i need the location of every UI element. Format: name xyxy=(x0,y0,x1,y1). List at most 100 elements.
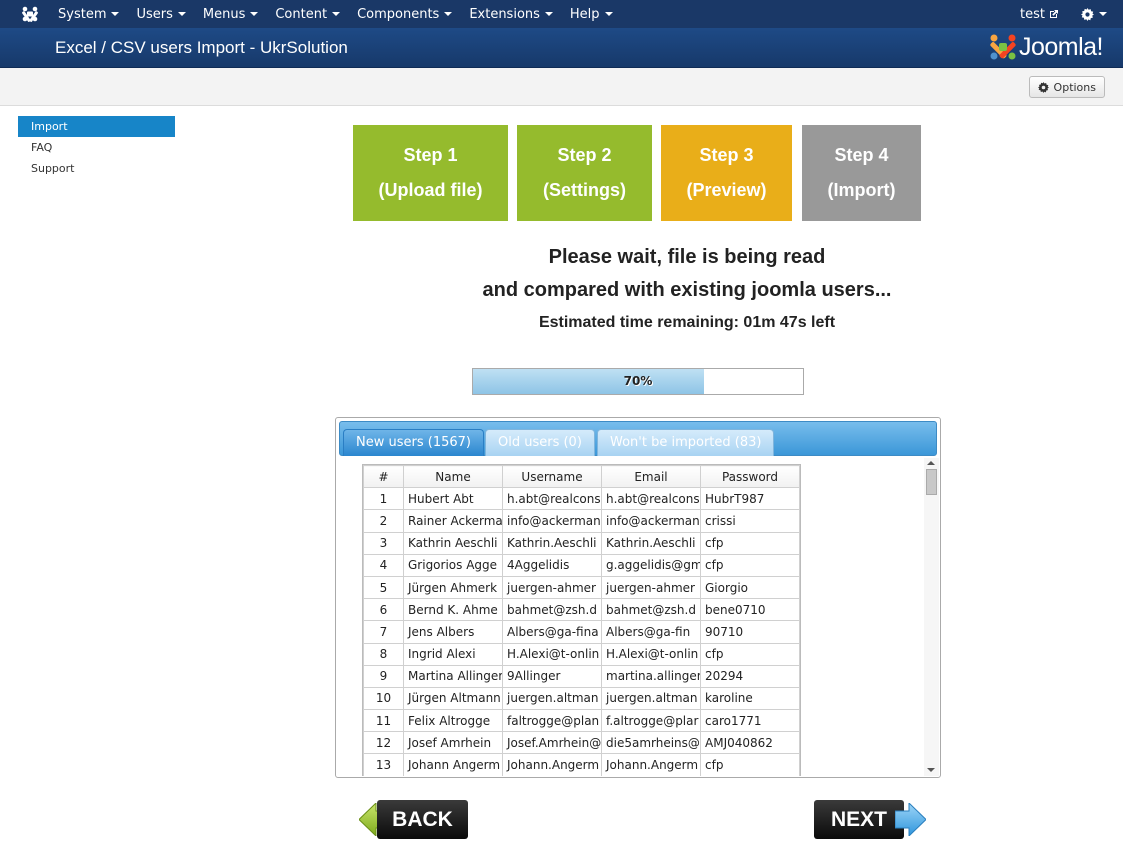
table-row[interactable]: 13 Johann Angerm Johann.Angerm Johann.Anger… xyxy=(363,753,800,776)
caret-down-icon xyxy=(444,12,453,16)
table-cell: karoline xyxy=(700,686,800,711)
back-button[interactable]: BACK xyxy=(359,800,469,839)
table-row[interactable]: 5 Jürgen Ahmerk juergen-ahmer juergen-ahmer… xyxy=(363,575,800,600)
menu-system-label: System xyxy=(58,6,107,22)
table-cell: juergen.altman xyxy=(502,686,602,711)
menu-content[interactable]: Content xyxy=(275,0,341,28)
menu-components[interactable]: Components xyxy=(357,0,453,28)
step-title: Step 2 xyxy=(557,145,612,165)
menu-users[interactable]: Users xyxy=(136,0,186,28)
table-row[interactable]: 2 Rainer Ackerma info@ackerman info@ackerma… xyxy=(363,509,800,533)
table-cell: Johann.Angerm xyxy=(502,753,602,776)
table-cell: cfp xyxy=(700,753,800,776)
gear-icon xyxy=(1037,81,1049,93)
sidebar-item-support[interactable]: Support xyxy=(18,158,175,179)
column-header[interactable]: Name xyxy=(403,464,503,489)
user-link[interactable]: test xyxy=(1020,7,1059,22)
column-header[interactable]: # xyxy=(363,464,404,489)
caret-down-icon xyxy=(177,12,186,16)
table-cell: Ingrid Alexi xyxy=(403,642,503,666)
results-panel: New users (1567) Old users (0) Won't be … xyxy=(335,417,941,778)
table-cell: 9Allinger xyxy=(502,664,602,688)
step-1-upload[interactable]: Step 1 (Upload file) xyxy=(353,125,508,221)
sidebar-item-import[interactable]: Import xyxy=(18,116,175,137)
table-cell: martina.allinger xyxy=(601,664,701,688)
table-row[interactable]: 4 Grigorios Agge 4Aggelidis g.aggelidis@gm c… xyxy=(363,553,800,577)
table-cell: H.Alexi@t-onlin xyxy=(502,642,602,666)
tab-bar: New users (1567) Old users (0) Won't be … xyxy=(339,421,937,456)
sidebar-item-faq[interactable]: FAQ xyxy=(18,137,175,158)
table-row[interactable]: 1 Hubert Abt h.abt@realcons h.abt@realcons H… xyxy=(363,487,800,511)
table-cell: juergen.altman xyxy=(601,686,701,711)
step-subtitle: (Settings) xyxy=(543,180,626,200)
table-cell: h.abt@realcons xyxy=(502,487,602,511)
joomla-mark-icon xyxy=(990,34,1016,60)
menu-help-label: Help xyxy=(569,6,600,22)
table-cell: cfp xyxy=(700,553,800,577)
table-cell: g.aggelidis@gm xyxy=(601,553,701,577)
menu-help[interactable]: Help xyxy=(570,0,613,28)
scrollbar-thumb[interactable] xyxy=(926,469,937,495)
table-row[interactable]: 6 Bernd K. Ahme bahmet@zsh.d bahmet@zsh.d be… xyxy=(363,598,800,622)
table-cell: 8 xyxy=(363,642,404,666)
tab-wont-be-imported[interactable]: Won't be imported (83) xyxy=(597,429,775,456)
arrow-right-icon xyxy=(895,803,926,836)
table-cell: 6 xyxy=(363,598,404,622)
caret-down-icon xyxy=(111,12,120,16)
step-2-settings[interactable]: Step 2 (Settings) xyxy=(517,125,652,221)
table-cell: Albers@ga-fina xyxy=(502,620,602,644)
table-cell: Johann.Angerm xyxy=(601,753,701,776)
joomla-logo-icon[interactable] xyxy=(19,5,41,23)
toolbar: Options xyxy=(0,68,1123,106)
table-row[interactable]: 9 Martina Allinger 9Allinger martina.alling… xyxy=(363,664,800,688)
tab-new-users[interactable]: New users (1567) xyxy=(343,429,484,456)
table-cell: crissi xyxy=(700,509,800,533)
table-row[interactable]: 7 Jens Albers Albers@ga-fina Albers@ga-fin 9… xyxy=(363,620,800,644)
table-cell: juergen-ahmer xyxy=(601,575,701,600)
gear-icon xyxy=(1081,7,1094,21)
back-label: BACK xyxy=(377,800,468,839)
table-scrollbar[interactable] xyxy=(924,458,939,776)
page-title: Excel / CSV users Import - UkrSolution xyxy=(55,38,348,57)
column-header[interactable]: Username xyxy=(502,464,602,489)
table-cell: Felix Altrogge xyxy=(403,709,503,733)
tab-old-users[interactable]: Old users (0) xyxy=(485,429,595,456)
status-line-2: and compared with existing joomla users.… xyxy=(482,279,892,301)
table-cell: 1 xyxy=(363,487,404,511)
table-row[interactable]: 8 Ingrid Alexi H.Alexi@t-onlin H.Alexi@t-on… xyxy=(363,642,800,666)
user-name: test xyxy=(1020,6,1045,22)
table-cell: h.abt@realcons xyxy=(601,487,701,511)
scroll-up-arrow-icon[interactable] xyxy=(927,461,935,465)
table-cell: Kathrin.Aeschli xyxy=(601,531,701,555)
settings-menu[interactable] xyxy=(1081,7,1107,21)
page-header: Excel / CSV users Import - UkrSolution J… xyxy=(0,28,1123,68)
caret-down-icon xyxy=(1099,12,1107,16)
table-cell: Grigorios Agge xyxy=(403,553,503,577)
table-row[interactable]: 10 Jürgen Altmann juergen.altman juergen.al… xyxy=(363,686,800,711)
menu-menus[interactable]: Menus xyxy=(203,0,259,28)
caret-down-icon xyxy=(544,12,553,16)
next-button[interactable]: NEXT xyxy=(814,800,926,839)
table-header-row: # Name Username Email Password xyxy=(363,464,800,489)
table-cell: bahmet@zsh.d xyxy=(601,598,701,622)
time-remaining: Estimated time remaining: 01m 47s left xyxy=(538,314,836,331)
next-label: NEXT xyxy=(814,800,904,839)
table-cell: HubrT987 xyxy=(700,487,800,511)
joomla-wordmark: Joomla! xyxy=(1018,32,1104,61)
table-row[interactable]: 12 Josef Amrhein Josef.Amrhein@ die5amrhein… xyxy=(363,731,800,755)
options-button[interactable]: Options xyxy=(1028,76,1105,98)
step-title: Step 1 xyxy=(403,145,458,165)
column-header[interactable]: Password xyxy=(700,464,800,489)
table-cell: die5amrheins@ xyxy=(601,731,701,755)
column-header[interactable]: Email xyxy=(601,464,701,489)
table-cell: Kathrin.Aeschli xyxy=(502,531,602,555)
menu-content-label: Content xyxy=(275,6,328,22)
step-4-import[interactable]: Step 4 (Import) xyxy=(802,125,921,221)
table-cell: 10 xyxy=(363,686,404,711)
menu-extensions[interactable]: Extensions xyxy=(469,0,553,28)
scroll-down-arrow-icon[interactable] xyxy=(927,768,935,772)
table-row[interactable]: 3 Kathrin Aeschli Kathrin.Aeschli Kathrin.A… xyxy=(363,531,800,555)
step-3-preview[interactable]: Step 3 (Preview) xyxy=(661,125,792,221)
menu-system[interactable]: System xyxy=(58,0,120,28)
table-row[interactable]: 11 Felix Altrogge faltrogge@plan f.altrogge… xyxy=(363,709,800,733)
